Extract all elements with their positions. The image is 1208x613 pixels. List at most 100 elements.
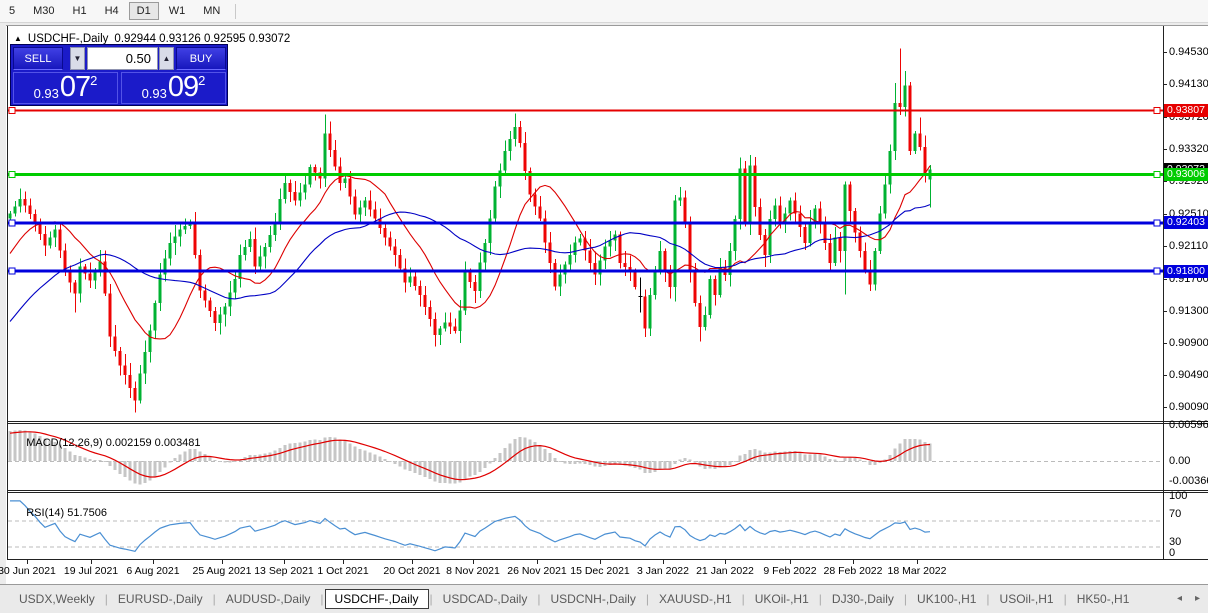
timeframe-button-h4[interactable]: H4 <box>97 2 127 20</box>
sell-price-display[interactable]: 0.93 07 2 <box>13 72 118 104</box>
price-tick-mark <box>1163 149 1167 150</box>
buy-price-pip: 2 <box>198 74 205 87</box>
chart-tab-usdcad-daily[interactable]: USDCAD-,Daily <box>434 589 537 609</box>
price-tick-mark <box>1163 117 1167 118</box>
sell-button[interactable]: SELL <box>13 47 63 70</box>
date-label: 21 Jan 2022 <box>696 565 754 577</box>
lot-size-input[interactable] <box>87 47 158 70</box>
date-label: 6 Aug 2021 <box>126 565 179 577</box>
timeframe-buttons: 5M30H1H4D1W1MN <box>0 2 229 20</box>
price-tick-mark <box>1163 84 1167 85</box>
date-tick-mark <box>537 560 538 564</box>
tab-separator: | <box>1064 592 1067 606</box>
chart-tab-uk100-h1[interactable]: UK100-,H1 <box>908 589 985 609</box>
chart-tab-ukoil-h1[interactable]: UKOil-,H1 <box>746 589 818 609</box>
chart-tab-usdcnh-daily[interactable]: USDCNH-,Daily <box>541 589 644 609</box>
date-label: 18 Mar 2022 <box>888 565 947 577</box>
one-click-trade-panel: SELL ▼ ▲ BUY 0.93 07 2 0.93 09 2 <box>10 44 228 106</box>
timeframe-button-mn[interactable]: MN <box>195 2 228 20</box>
chart-tab-audusd-daily[interactable]: AUDUSD-,Daily <box>217 589 320 609</box>
line-price-flag-0.93006: 0.93006 <box>1164 168 1208 181</box>
price-tick-mark <box>1163 279 1167 280</box>
chart-tab-usdx-weekly[interactable]: USDX,Weekly <box>10 589 104 609</box>
timeframe-button-h1[interactable]: H1 <box>65 2 95 20</box>
chart-tab-xauusd-h1[interactable]: XAUUSD-,H1 <box>650 589 741 609</box>
chart-tab-eurusd-daily[interactable]: EURUSD-,Daily <box>109 589 212 609</box>
timeframe-button-w1[interactable]: W1 <box>161 2 194 20</box>
macd-axis-label: 0.00 <box>1169 456 1190 467</box>
date-label: 25 Aug 2021 <box>193 565 252 577</box>
trade-panel-collapse-icon[interactable]: ▲ <box>14 34 22 44</box>
rsi-indicator-chart[interactable] <box>8 493 1163 558</box>
date-label: 8 Nov 2021 <box>446 565 500 577</box>
date-label: 30 Jun 2021 <box>0 565 56 577</box>
chart-tab-hk50-h1[interactable]: HK50-,H1 <box>1068 589 1139 609</box>
date-label: 1 Oct 2021 <box>317 565 368 577</box>
date-tick-mark <box>284 560 285 564</box>
chart-tab-usdchf-daily[interactable]: USDCHF-,Daily <box>325 589 429 609</box>
timeframe-button-5[interactable]: 5 <box>1 2 23 20</box>
price-tick-mark <box>1163 343 1167 344</box>
date-tick-mark <box>600 560 601 564</box>
date-tick-mark <box>27 560 28 564</box>
tab-separator: | <box>430 592 433 606</box>
rsi-axis-label: 100 <box>1169 491 1187 502</box>
date-tick-mark <box>343 560 344 564</box>
line-handle <box>1154 268 1160 274</box>
date-label: 26 Nov 2021 <box>507 565 567 577</box>
line-handle <box>1154 172 1160 178</box>
date-tick-mark <box>725 560 726 564</box>
chart-tab-dj30-daily[interactable]: DJ30-,Daily <box>823 589 903 609</box>
lot-increase-button[interactable]: ▲ <box>159 47 174 70</box>
price-tick-mark <box>1163 52 1167 53</box>
price-tick-mark <box>1163 181 1167 182</box>
date-tick-mark <box>790 560 791 564</box>
price-tick-mark <box>1163 311 1167 312</box>
date-tick-mark <box>153 560 154 564</box>
macd-rsi-splitter[interactable] <box>7 490 1208 491</box>
price-tick-label: 0.94530 <box>1169 47 1208 58</box>
date-tick-mark <box>222 560 223 564</box>
timeframe-button-m30[interactable]: M30 <box>25 2 62 20</box>
sell-price-main: 07 <box>60 73 90 102</box>
mt4-application: 5M30H1H4D1W1MN ▲ USDCHF-,Daily 0.92944 0… <box>0 0 1208 613</box>
buy-button[interactable]: BUY <box>176 47 226 70</box>
chart-tab-bar: USDX,Weekly|EURUSD-,Daily|AUDUSD-,Daily|… <box>0 584 1208 613</box>
buy-price-display[interactable]: 0.93 09 2 <box>121 72 226 104</box>
lot-decrease-button[interactable]: ▼ <box>70 47 85 70</box>
date-label: 20 Oct 2021 <box>383 565 440 577</box>
price-tick-label: 0.92110 <box>1169 241 1208 252</box>
toolbar-separator <box>235 4 236 19</box>
date-label: 3 Jan 2022 <box>637 565 689 577</box>
date-label: 28 Feb 2022 <box>824 565 883 577</box>
price-tick-label: 0.90090 <box>1169 402 1208 413</box>
date-label: 9 Feb 2022 <box>763 565 816 577</box>
sell-price-pip: 2 <box>90 74 97 87</box>
price-tick-mark <box>1163 375 1167 376</box>
tabs-scroll-right-icon[interactable]: ▸ <box>1195 593 1200 604</box>
date-label: 13 Sep 2021 <box>254 565 314 577</box>
line-handle <box>1154 108 1160 114</box>
tabs-scroll-left-icon[interactable]: ◂ <box>1177 593 1182 604</box>
tab-separator: | <box>819 592 822 606</box>
tab-separator: | <box>320 592 323 606</box>
line-handle <box>9 172 15 178</box>
price-tick-mark <box>1163 407 1167 408</box>
rsi-label: RSI(14) 51.7506 <box>14 495 107 531</box>
main-macd-splitter[interactable] <box>7 421 1208 422</box>
price-tick-label: 0.93320 <box>1169 144 1208 155</box>
line-price-flag-0.93807: 0.93807 <box>1164 104 1208 117</box>
price-tick-mark <box>1163 214 1167 215</box>
price-tick-mark <box>1163 246 1167 247</box>
rsi-line <box>10 501 930 551</box>
tab-separator: | <box>105 592 108 606</box>
rsi-axis-label: 0 <box>1169 548 1175 559</box>
timeframe-button-d1[interactable]: D1 <box>129 2 159 20</box>
line-handle <box>9 268 15 274</box>
date-tick-mark <box>473 560 474 564</box>
chart-tab-usoil-h1[interactable]: USOil-,H1 <box>991 589 1063 609</box>
line-handle <box>9 220 15 226</box>
macd-axis-label: 0.005963 <box>1169 420 1208 431</box>
price-tick-label: 0.90900 <box>1169 338 1208 349</box>
line-price-flag-0.92403: 0.92403 <box>1164 216 1208 229</box>
